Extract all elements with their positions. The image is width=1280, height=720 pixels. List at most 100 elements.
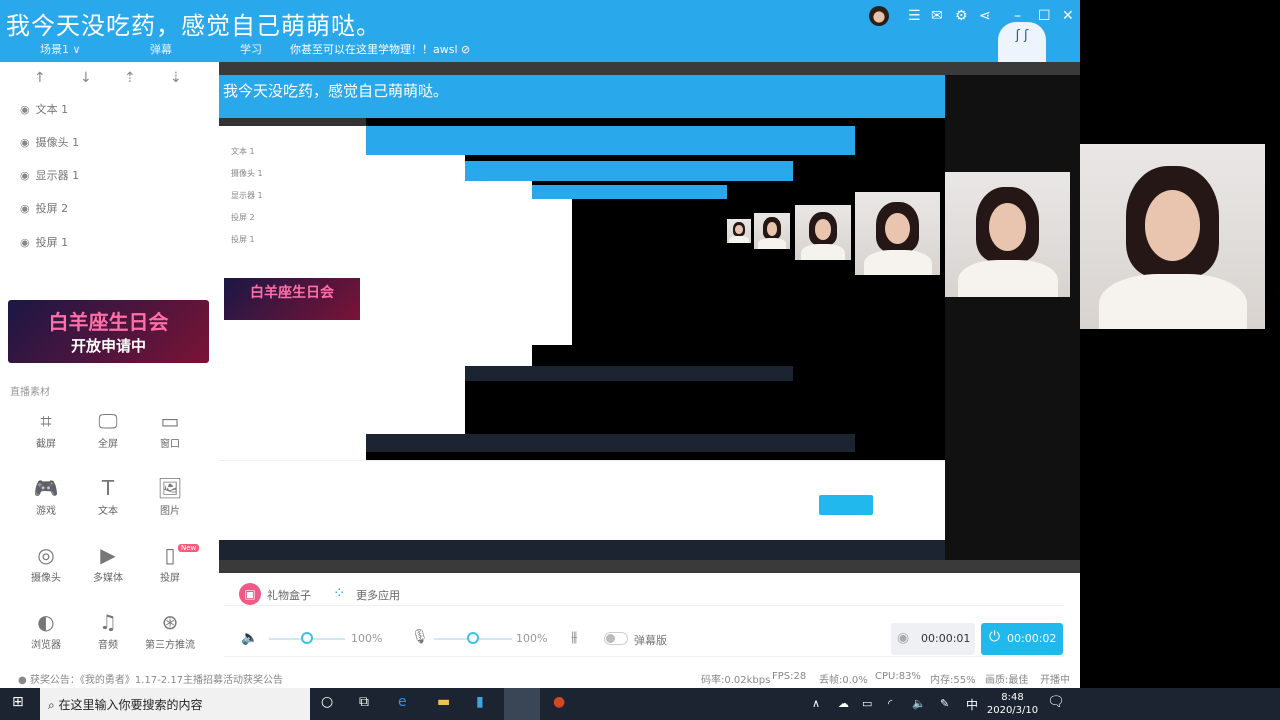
material-0[interactable]: ⌗ 截屏 bbox=[16, 409, 76, 450]
material-label: 多媒体 bbox=[93, 573, 123, 584]
battery-icon[interactable]: ▭ bbox=[862, 697, 872, 710]
go-live-button[interactable]: ⏻ 00:00:02 bbox=[981, 623, 1063, 655]
layer-item[interactable]: ◉ 文本 1 bbox=[20, 101, 68, 117]
move-down-icon[interactable]: ↓ bbox=[80, 70, 92, 86]
material-label: 投屏 bbox=[160, 573, 180, 584]
layer-item[interactable]: ◉ 投屏 1 bbox=[20, 234, 68, 250]
nested-screen-capture: 我今天没吃药，感觉自己萌萌哒。 文本 1 摄像头 1 显示器 1 投屏 2 投屏 1 白… bbox=[219, 75, 945, 560]
streaming-app-icon[interactable] bbox=[504, 688, 540, 720]
status-bar: ● 获奖公告：《我的勇者》1.17-2.17主播招募活动获奖公告 码率:0.02… bbox=[0, 668, 1080, 688]
taskbar-search[interactable]: ⌕ 在这里输入你要搜索的内容 bbox=[40, 688, 310, 720]
cpu-usage: CPU:83% bbox=[875, 671, 921, 682]
more-apps-button[interactable]: 更多应用 bbox=[356, 587, 400, 603]
speaker-icon[interactable]: 🔈 bbox=[241, 630, 258, 646]
avatar[interactable] bbox=[869, 6, 889, 26]
bitrate: 码率:0.02kbps bbox=[701, 675, 771, 686]
slider-knob[interactable] bbox=[301, 632, 313, 644]
volume-icon[interactable]: 🔈 bbox=[912, 697, 926, 710]
material-icon: ▶ bbox=[100, 543, 116, 567]
material-2[interactable]: ▭ 窗口 bbox=[140, 409, 200, 450]
record-icon: ◉ bbox=[897, 630, 910, 646]
share-icon[interactable]: ⋖ bbox=[979, 8, 991, 24]
nested-screen-2 bbox=[366, 126, 855, 452]
material-icon: ▭ bbox=[160, 409, 180, 433]
layer-label: 摄像头 1 bbox=[35, 136, 80, 149]
eye-icon[interactable]: ◉ bbox=[20, 103, 30, 116]
stream-title[interactable]: 我今天没吃药，感觉自己萌萌哒。 bbox=[6, 6, 381, 41]
gear-icon[interactable]: ⚙ bbox=[955, 8, 968, 24]
move-top-icon[interactable]: ⇡ bbox=[124, 70, 136, 86]
layer-label: 投屏 1 bbox=[35, 236, 69, 249]
eye-icon[interactable]: ◉ bbox=[20, 169, 30, 182]
danmu-toggle[interactable] bbox=[604, 632, 628, 645]
file-explorer-icon[interactable]: ▬ bbox=[437, 694, 450, 710]
material-7[interactable]: ▶ 多媒体 bbox=[78, 543, 138, 584]
clock[interactable]: 8:48 2020/3/10 bbox=[985, 691, 1040, 717]
material-5[interactable]: 🖼 图片 bbox=[140, 476, 200, 517]
speaker-volume-slider[interactable] bbox=[269, 632, 345, 644]
live-state: 开播中 bbox=[1040, 675, 1070, 686]
material-10[interactable]: ♫ 音频 bbox=[78, 610, 138, 651]
material-label: 第三方推流 bbox=[145, 640, 195, 651]
speaker-volume-value: 100% bbox=[351, 632, 383, 645]
material-4[interactable]: T 文本 bbox=[78, 476, 138, 517]
frame-loss: 丢帧:0.0% bbox=[819, 675, 868, 686]
layer-label: 投屏 2 bbox=[35, 202, 69, 215]
material-icon: 🖼 bbox=[157, 476, 183, 500]
onedrive-icon[interactable]: ☁ bbox=[838, 697, 849, 710]
menu-icon[interactable]: ☰ bbox=[908, 8, 921, 24]
tab-danmu[interactable]: 弹幕 bbox=[150, 41, 172, 57]
power-icon: ⏻ bbox=[989, 629, 1001, 645]
phone-app-icon[interactable]: ▮ bbox=[476, 694, 484, 710]
record-button[interactable]: ◉ 00:00:01 bbox=[891, 623, 975, 655]
nested-title: 我今天没吃药，感觉自己萌萌哒。 bbox=[223, 82, 449, 100]
task-view-icon[interactable]: ⧉ bbox=[359, 694, 369, 710]
material-11[interactable]: ⊛ 第三方推流 bbox=[140, 610, 200, 651]
notice-text[interactable]: 你甚至可以在这里学物理！！awsl ⊘ bbox=[290, 41, 470, 57]
notification-icon[interactable]: 🗨 bbox=[1047, 694, 1065, 710]
material-icon: 🖵 bbox=[98, 409, 118, 433]
preview-canvas[interactable]: 我今天没吃药，感觉自己萌萌哒。 文本 1 摄像头 1 显示器 1 投屏 2 投屏 1 白… bbox=[219, 62, 1080, 573]
eye-icon[interactable]: ◉ bbox=[20, 236, 30, 249]
material-9[interactable]: ◐ 浏览器 bbox=[16, 610, 76, 651]
announcement-link[interactable]: ● 获奖公告：《我的勇者》1.17-2.17主播招募活动获奖公告 bbox=[18, 671, 283, 686]
mic-volume-slider[interactable] bbox=[434, 632, 512, 644]
eye-icon[interactable]: ◉ bbox=[20, 136, 30, 149]
maximize-icon[interactable]: ☐ bbox=[1038, 8, 1051, 24]
edge-icon[interactable]: e bbox=[398, 694, 407, 710]
tab-scene[interactable]: 场景1 ∨ bbox=[40, 41, 81, 57]
pen-icon[interactable]: ✎ bbox=[940, 697, 949, 710]
material-label: 文本 bbox=[98, 506, 118, 517]
move-up-icon[interactable]: ↑ bbox=[34, 70, 46, 86]
material-6[interactable]: ◎ 摄像头 bbox=[16, 543, 76, 584]
app-header: 我今天没吃药，感觉自己萌萌哒。 场景1 ∨ 弹幕 学习 你甚至可以在这里学物理！… bbox=[0, 0, 1080, 62]
mic-volume-value: 100% bbox=[516, 632, 548, 645]
microphone-icon[interactable]: 🎙 bbox=[411, 629, 429, 645]
powerpoint-icon[interactable]: ● bbox=[553, 694, 565, 710]
mail-icon[interactable]: ✉ bbox=[931, 8, 943, 24]
layer-item[interactable]: ◉ 摄像头 1 bbox=[20, 134, 79, 150]
layer-item[interactable]: ◉ 投屏 2 bbox=[20, 200, 68, 216]
tab-study[interactable]: 学习 bbox=[240, 41, 262, 57]
layer-item[interactable]: ◉ 显示器 1 bbox=[20, 167, 79, 183]
mixer-icon[interactable]: ⫵ bbox=[571, 629, 577, 645]
gift-icon[interactable]: ▣ bbox=[239, 583, 261, 605]
material-1[interactable]: 🖵 全屏 bbox=[78, 409, 138, 450]
windows-start-icon[interactable]: ⊞ bbox=[12, 694, 24, 710]
promo-banner[interactable]: 白羊座生日会 开放申请中 bbox=[8, 300, 209, 363]
cortana-icon[interactable]: ○ bbox=[321, 694, 333, 710]
slider-knob[interactable] bbox=[467, 632, 479, 644]
wifi-icon[interactable]: ◜ bbox=[888, 697, 892, 710]
ime-indicator[interactable]: 中 bbox=[966, 696, 978, 713]
tray-chevron-icon[interactable]: ∧ bbox=[812, 697, 820, 710]
layer-label: 显示器 1 bbox=[35, 169, 80, 182]
webcam-source[interactable] bbox=[1080, 144, 1265, 329]
material-3[interactable]: 🎮 游戏 bbox=[16, 476, 76, 517]
apps-icon[interactable]: ⁘ bbox=[333, 584, 346, 602]
gift-box-button[interactable]: 礼物盒子 bbox=[267, 587, 311, 603]
material-icon: T bbox=[101, 476, 115, 500]
webcam-thumbnail bbox=[855, 192, 940, 275]
move-bottom-icon[interactable]: ⇣ bbox=[170, 70, 182, 86]
close-icon[interactable]: ✕ bbox=[1062, 8, 1074, 24]
eye-icon[interactable]: ◉ bbox=[20, 202, 30, 215]
